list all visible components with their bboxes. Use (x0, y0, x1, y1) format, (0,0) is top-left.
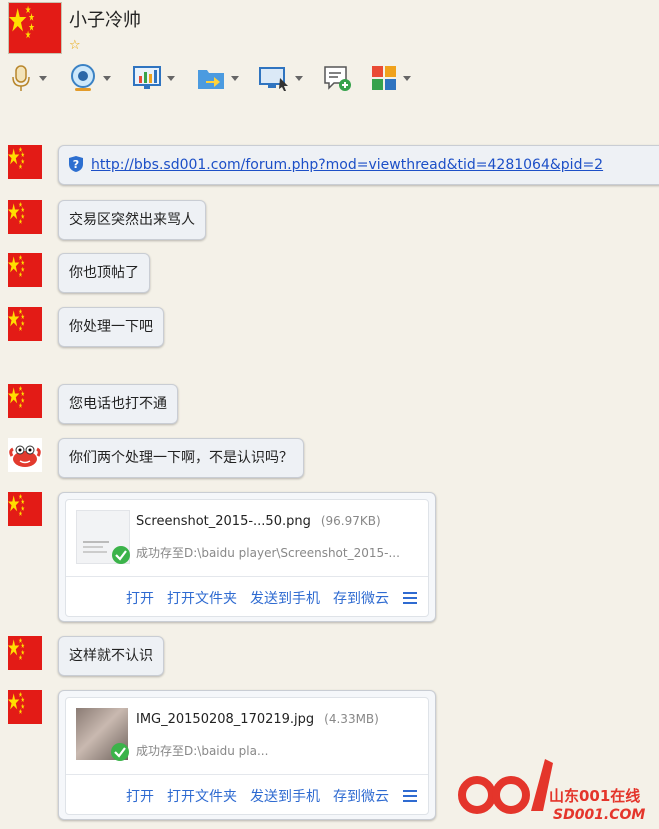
svg-text:?: ? (73, 158, 79, 171)
divider (66, 576, 428, 577)
screen-share-button[interactable] (132, 62, 175, 94)
china-flag-icon (8, 492, 42, 526)
send-to-phone-button[interactable]: 发送到手机 (250, 588, 320, 608)
avatar[interactable] (8, 307, 42, 341)
message-bubble: 你也顶帖了 (58, 253, 150, 293)
toolbar (8, 62, 428, 94)
shield-question-icon: ? (69, 155, 83, 172)
china-flag-icon (8, 690, 42, 724)
china-flag-icon (8, 307, 42, 341)
apps-icon (372, 66, 396, 90)
new-message-button[interactable] (322, 62, 352, 94)
contact-avatar[interactable] (8, 2, 62, 54)
sd001-logo-icon: 山东001在线 SD001.COM (453, 751, 659, 825)
divider (66, 774, 428, 775)
avatar[interactable] (8, 636, 42, 670)
message-bubble: 交易区突然出来骂人 (58, 200, 206, 240)
avatar[interactable] (8, 145, 42, 179)
video-icon (71, 64, 95, 91)
video-call-button[interactable] (68, 62, 111, 94)
crab-icon (9, 445, 41, 467)
microphone-icon (12, 65, 30, 91)
avatar[interactable] (8, 200, 42, 234)
file-save-path: 成功存至D:\baidu pla... (136, 744, 269, 758)
file-message-card: IMG_20150208_170219.jpg (4.33MB) 成功存至D:\b… (58, 690, 436, 820)
avatar[interactable] (8, 492, 42, 526)
contact-name: 小子冷帅 (69, 10, 141, 31)
china-flag-icon (8, 200, 42, 234)
china-flag-icon (8, 384, 42, 418)
file-name-row: IMG_20150208_170219.jpg (4.33MB) (136, 712, 379, 727)
message-bubble: 您电话也打不通 (58, 384, 178, 424)
message-bubble: ? http://bbs.sd001.com/forum.php?mod=vie… (58, 145, 659, 185)
apps-button[interactable] (370, 62, 411, 94)
screen-share-icon (133, 66, 161, 89)
star-icon: ☆ (69, 38, 81, 53)
open-button[interactable]: 打开 (126, 588, 154, 608)
file-name[interactable]: Screenshot_2015-...50.png (136, 514, 311, 529)
file-save-path: 成功存至D:\baidu player\Screenshot_2015-... (136, 546, 400, 560)
file-name[interactable]: IMG_20150208_170219.jpg (136, 712, 314, 727)
china-flag-icon (9, 3, 61, 53)
menu-icon[interactable] (402, 591, 418, 605)
file-size: (4.33MB) (324, 712, 379, 726)
avatar[interactable] (8, 690, 42, 724)
watermark-logo: 山东001在线 SD001.COM (453, 751, 659, 825)
file-name-row: Screenshot_2015-...50.png (96.97KB) (136, 514, 381, 529)
save-to-cloud-button[interactable]: 存到微云 (333, 786, 389, 806)
save-to-cloud-button[interactable]: 存到微云 (333, 588, 389, 608)
message-bubble: 你处理一下吧 (58, 307, 164, 347)
avatar[interactable] (8, 384, 42, 418)
check-icon (111, 743, 129, 761)
file-info: IMG_20150208_170219.jpg (4.33MB) 成功存至D:\b… (65, 697, 429, 815)
remote-desktop-button[interactable] (258, 62, 303, 94)
check-icon (112, 546, 130, 564)
menu-icon[interactable] (402, 789, 418, 803)
new-message-icon (324, 66, 351, 91)
file-info: Screenshot_2015-...50.png (96.97KB) 成功存至D… (65, 499, 429, 617)
voice-call-button[interactable] (8, 62, 47, 94)
file-thumbnail[interactable] (76, 510, 130, 564)
watermark-en-text: SD001.COM (553, 807, 645, 823)
china-flag-icon (8, 145, 42, 179)
china-flag-icon (8, 636, 42, 670)
avatar[interactable] (8, 253, 42, 287)
file-message-card: Screenshot_2015-...50.png (96.97KB) 成功存至D… (58, 492, 436, 622)
file-size: (96.97KB) (320, 514, 381, 528)
message-bubble: 你们两个处理一下啊，不是认识吗？ (58, 438, 304, 478)
send-file-button[interactable] (196, 62, 239, 94)
remote-desktop-icon (259, 67, 288, 91)
message-bubble: 这样就不认识 (58, 636, 164, 676)
send-file-icon (198, 70, 224, 89)
china-flag-icon (8, 253, 42, 287)
file-actions: 打开 打开文件夹 发送到手机 存到微云 (66, 588, 418, 608)
send-to-phone-button[interactable]: 发送到手机 (250, 786, 320, 806)
watermark-cn-text: 山东001在线 (549, 787, 640, 805)
open-folder-button[interactable]: 打开文件夹 (167, 588, 237, 608)
file-thumbnail[interactable] (76, 708, 129, 761)
message-link[interactable]: http://bbs.sd001.com/forum.php?mod=viewt… (91, 157, 603, 173)
file-actions: 打开 打开文件夹 发送到手机 存到微云 (66, 786, 418, 806)
open-folder-button[interactable]: 打开文件夹 (167, 786, 237, 806)
avatar[interactable] (8, 438, 42, 472)
open-button[interactable]: 打开 (126, 786, 154, 806)
